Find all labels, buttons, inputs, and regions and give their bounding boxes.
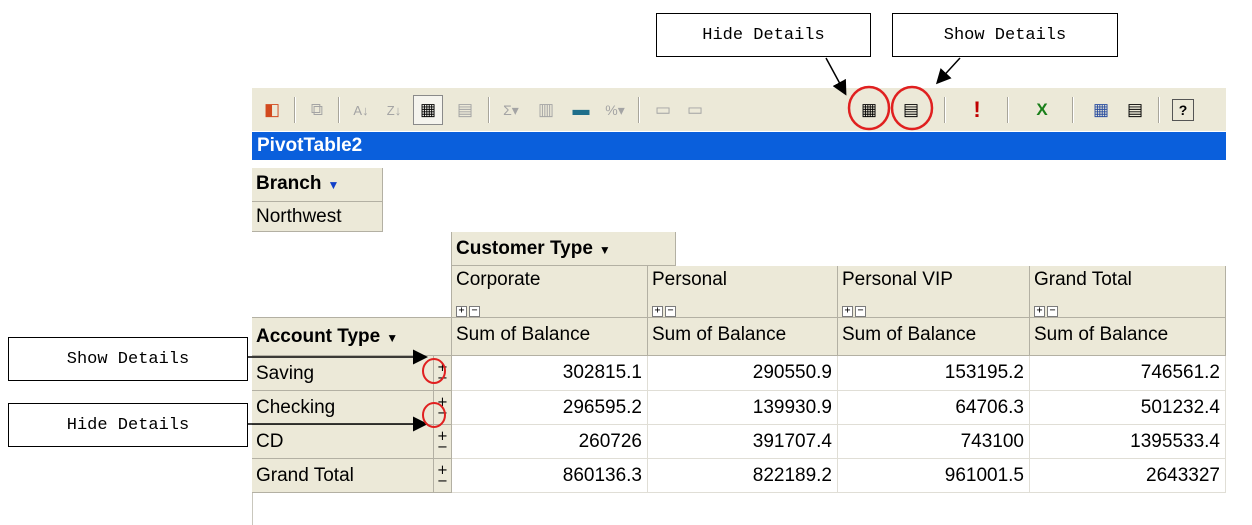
value-cell: 302815.1 (452, 356, 648, 391)
row-header-cd[interactable]: CD (252, 425, 434, 459)
refresh-icon[interactable]: ! (962, 95, 992, 125)
dropdown-arrow-icon[interactable]: ▼ (599, 243, 611, 257)
toolbar-separator (1072, 97, 1074, 123)
column-label: Personal (652, 269, 727, 290)
toolbar-separator (1007, 97, 1009, 123)
office-logo-icon[interactable]: ◧ (257, 95, 287, 125)
column-header-personal-vip[interactable]: Personal VIP + − (838, 266, 1030, 318)
sort-descending-icon[interactable]: Z↓ (379, 95, 409, 125)
collapse-icon[interactable]: ▭ (648, 95, 678, 125)
row-expand-collapse[interactable]: + − (434, 459, 452, 493)
row-header-grand-total[interactable]: Grand Total (252, 459, 434, 493)
collapse-icon[interactable]: − (1047, 306, 1058, 317)
dropdown-arrow-icon[interactable]: ▼ (327, 178, 339, 192)
value-cell: 961001.5 (838, 459, 1030, 493)
value-cell: 391707.4 (648, 425, 838, 459)
toolbar-separator (944, 97, 946, 123)
callout-hide-details-top: Hide Details (656, 13, 871, 57)
value-cell: 64706.3 (838, 391, 1030, 425)
show-details-icon[interactable]: ▤ (896, 95, 926, 125)
account-type-label: Account Type (256, 326, 381, 347)
customer-type-label: Customer Type (456, 238, 593, 259)
value-cell: 2643327 (1030, 459, 1226, 493)
value-cell: 746561.2 (1030, 356, 1226, 391)
branch-filter-value: Northwest (252, 202, 383, 232)
show-as-icon[interactable]: %▾ (600, 95, 630, 125)
row-expand-collapse[interactable]: + − (434, 391, 452, 425)
branch-field-label: Branch (256, 173, 322, 194)
callout-hide-details-left: Hide Details (8, 403, 248, 447)
export-excel-icon[interactable]: X (1027, 95, 1057, 125)
arrow-line (935, 57, 961, 85)
value-cell: 501232.4 (1030, 391, 1226, 425)
row-expand-collapse[interactable]: + − (434, 425, 452, 459)
autofilter-icon[interactable]: ▦ (413, 95, 443, 125)
dropdown-arrow-icon[interactable]: ▼ (386, 331, 398, 345)
collapse-icon[interactable]: − (437, 407, 448, 420)
pivot-title: PivotTable2 (252, 132, 1226, 160)
pivot-frame-left (252, 493, 253, 525)
value-cell: 153195.2 (838, 356, 1030, 391)
subtotal-icon[interactable]: ▥ (531, 95, 561, 125)
toolbar-separator (1158, 97, 1160, 123)
value-cell: 260726 (452, 425, 648, 459)
field-list-icon[interactable]: ▦ (1086, 95, 1116, 125)
column-label: Grand Total (1034, 269, 1132, 290)
toolbar-separator (488, 97, 490, 123)
collapse-icon[interactable]: − (469, 306, 480, 317)
measure-header: Sum of Balance (838, 318, 1030, 356)
value-cell: 822189.2 (648, 459, 838, 493)
value-cell: 296595.2 (452, 391, 648, 425)
autocalc-icon[interactable]: Σ▾ (496, 95, 526, 125)
help-icon[interactable]: ? (1172, 99, 1194, 121)
toolbar-separator (638, 97, 640, 123)
callout-show-details-top: Show Details (892, 13, 1118, 57)
value-cell: 139930.9 (648, 391, 838, 425)
value-cell: 860136.3 (452, 459, 648, 493)
collapse-icon[interactable]: − (437, 372, 448, 385)
toolbar-separator (338, 97, 340, 123)
calculated-totals-icon[interactable]: ▬ (566, 95, 596, 125)
copy-icon[interactable]: ⧉ (302, 95, 332, 125)
measure-header: Sum of Balance (452, 318, 648, 356)
property-toolbox-icon[interactable]: ▤ (1120, 95, 1150, 125)
expand-icon[interactable]: ▭ (680, 95, 710, 125)
expand-icon[interactable]: + (842, 306, 853, 317)
column-header-grand-total[interactable]: Grand Total + − (1030, 266, 1226, 318)
column-label: Corporate (456, 269, 541, 290)
toolbar-separator (294, 97, 296, 123)
collapse-icon[interactable]: − (437, 475, 448, 488)
expand-icon[interactable]: + (1034, 306, 1045, 317)
column-label: Personal VIP (842, 269, 953, 290)
measure-header: Sum of Balance (648, 318, 838, 356)
expand-icon[interactable]: + (652, 306, 663, 317)
value-cell: 290550.9 (648, 356, 838, 391)
expand-icon[interactable]: + (456, 306, 467, 317)
branch-filter-field[interactable]: Branch ▼ (252, 168, 383, 202)
customer-type-field[interactable]: Customer Type ▼ (452, 232, 676, 266)
column-header-corporate[interactable]: Corporate + − (452, 266, 648, 318)
collapse-icon[interactable]: − (665, 306, 676, 317)
collapse-icon[interactable]: − (437, 441, 448, 454)
row-axis-blank (252, 232, 452, 318)
callout-show-details-left: Show Details (8, 337, 248, 381)
measure-header: Sum of Balance (1030, 318, 1226, 356)
collapse-icon[interactable]: − (855, 306, 866, 317)
row-expand-collapse[interactable]: + − (434, 356, 452, 391)
account-type-field[interactable]: Account Type ▼ (252, 318, 452, 356)
show-top-bottom-icon[interactable]: ▤ (450, 95, 480, 125)
row-header-saving[interactable]: Saving (252, 356, 434, 391)
value-cell: 1395533.4 (1030, 425, 1226, 459)
pivot-toolbar: ◧ ⧉ A↓ Z↓ ▦ ▤ Σ▾ ▥ ▬ %▾ ▭ ▭ ▦ ▤ ! X ▦ ▤ … (252, 87, 1226, 131)
hide-details-icon[interactable]: ▦ (854, 95, 884, 125)
value-cell: 743100 (838, 425, 1030, 459)
column-header-personal[interactable]: Personal + − (648, 266, 838, 318)
sort-ascending-icon[interactable]: A↓ (346, 95, 376, 125)
row-header-checking[interactable]: Checking (252, 391, 434, 425)
